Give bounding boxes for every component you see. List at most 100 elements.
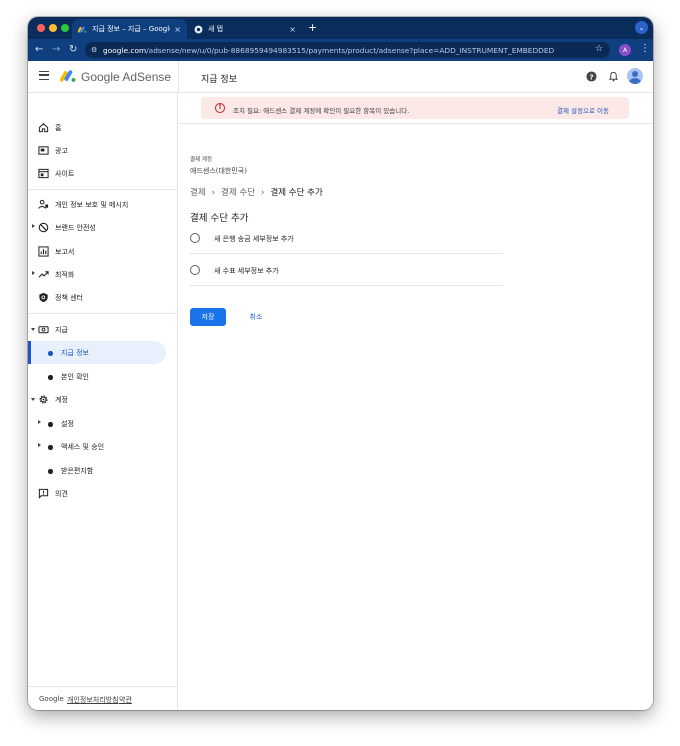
privacy-icon — [38, 199, 49, 209]
sidebar-item-label: 지급 정보 — [61, 349, 89, 357]
sidebar-item-payments[interactable]: 지급 — [28, 318, 166, 341]
breadcrumb-payments[interactable]: 결제 — [190, 188, 206, 198]
tab-close-icon[interactable]: × — [289, 25, 296, 34]
reports-icon — [38, 246, 49, 257]
help-icon[interactable]: ? — [586, 71, 597, 82]
bullet-dot-icon — [48, 469, 53, 474]
collapse-caret-icon[interactable] — [31, 398, 35, 401]
sidebar-item-identity-verification[interactable]: 본인 확인 — [28, 365, 166, 388]
feedback-icon — [38, 488, 49, 499]
forward-arrow-icon[interactable]: → — [52, 44, 60, 55]
tab-adsense[interactable]: 지급 정보 – 지급 – Google AdSense × — [72, 19, 187, 39]
sidebar-item-label: 브랜드 안전성 — [55, 224, 96, 232]
profile-button[interactable]: A — [619, 44, 631, 56]
new-tab-button[interactable]: + — [308, 21, 317, 34]
notifications-bell-icon[interactable] — [608, 71, 619, 82]
breadcrumb-chevron-icon: › — [261, 188, 265, 198]
sidebar-item-label: 지급 — [55, 326, 68, 334]
privacy-policy-link[interactable]: 개인정보처리방침 — [67, 695, 119, 705]
sidebar-divider — [28, 313, 178, 314]
sidebar-item-policy-center[interactable]: 정책 센터 — [28, 286, 166, 309]
payment-account-label: 결제 계정 — [190, 157, 212, 163]
expand-caret-icon[interactable] — [38, 443, 41, 447]
bullet-dot-icon — [48, 375, 53, 380]
sidebar-item-label: 보고서 — [55, 248, 75, 256]
footer-google: Google — [39, 695, 64, 703]
tab-strip: 지급 정보 – 지급 – Google AdSense × 새 탭 × + ⌄ — [28, 17, 653, 39]
sidebar-item-label: 최적화 — [55, 271, 75, 279]
browser-menu-icon[interactable]: ⋮ — [640, 43, 650, 54]
tab-title: 지급 정보 – 지급 – Google AdSense — [92, 25, 170, 33]
cancel-button[interactable]: 취소 — [241, 308, 271, 326]
minimize-window-button[interactable] — [49, 24, 57, 32]
sidebar-item-inbox[interactable]: 받은편지함 — [28, 459, 166, 482]
sidebar-item-account[interactable]: 계정 — [28, 388, 166, 411]
action-required-alert: ! 조치 필요: 애드센스 결제 계정에 확인이 필요한 항목이 있습니다. 결… — [201, 97, 629, 119]
expand-caret-icon[interactable] — [32, 271, 35, 275]
sidebar-item-settings[interactable]: 설정 — [28, 412, 166, 435]
sidebar-item-reports[interactable]: 보고서 — [28, 240, 166, 263]
chrome-favicon-icon — [194, 25, 203, 33]
page-title: 지급 정보 — [201, 75, 237, 85]
back-arrow-icon[interactable]: ← — [35, 44, 43, 55]
app-header: Google AdSense 지급 정보 ? — [28, 61, 653, 93]
ads-icon — [38, 146, 49, 155]
sidebar-item-sites[interactable]: 사이트 — [28, 162, 166, 185]
sidebar-item-optimization[interactable]: 최적화 — [28, 263, 166, 286]
collapse-caret-icon[interactable] — [31, 328, 35, 331]
bullet-dot-icon — [48, 445, 53, 450]
go-to-payment-settings-link[interactable]: 결제 설정으로 이동 — [557, 105, 609, 115]
sidebar-item-privacy[interactable]: 개인 정보 보호 및 메시지 — [28, 193, 166, 216]
sidebar-item-label: 받은편지함 — [61, 467, 94, 475]
expand-caret-icon[interactable] — [32, 224, 35, 228]
terms-link[interactable]: 약관 — [119, 695, 132, 705]
sidebar-item-label: 계정 — [55, 396, 68, 404]
sidebar-item-label: 액세스 및 승인 — [61, 443, 105, 451]
sidebar-item-label: 홈 — [55, 124, 62, 132]
sidebar-item-brand-safety[interactable]: 브랜드 안전성 — [28, 216, 166, 239]
breadcrumb: 결제 › 결제 수단 › 결제 수단 추가 — [190, 186, 323, 198]
radio-button[interactable] — [190, 233, 200, 243]
sidebar-item-ads[interactable]: 광고 — [28, 139, 166, 162]
sidebar-item-label: 사이트 — [55, 170, 75, 178]
breadcrumb-current: 결제 수단 추가 — [270, 188, 323, 198]
brand-name: Google AdSense — [81, 70, 172, 84]
main-content: ! 조치 필요: 애드센스 결제 계정에 확인이 필요한 항목이 있습니다. 결… — [179, 94, 653, 710]
save-button[interactable]: 저장 — [190, 308, 226, 326]
breadcrumb-chevron-icon: › — [211, 188, 216, 198]
address-bar[interactable]: google.com/adsense/new/u/0/pub-886895949… — [85, 42, 610, 58]
breadcrumb-payment-methods[interactable]: 결제 수단 — [221, 188, 255, 198]
error-icon: ! — [215, 103, 225, 113]
tab-new-tab[interactable]: 새 탭 × — [188, 19, 302, 39]
radio-button[interactable] — [190, 265, 200, 275]
trending-icon — [38, 271, 49, 278]
site-settings-icon[interactable]: ⚙ — [91, 46, 97, 54]
sidebar-item-feedback[interactable]: 의견 — [28, 482, 166, 505]
bookmark-star-icon[interactable]: ☆ — [595, 44, 603, 54]
sidebar-item-home[interactable]: 홈 — [28, 116, 166, 139]
menu-icon[interactable] — [39, 71, 49, 80]
sidebar-item-label: 개인 정보 보호 및 메시지 — [55, 201, 129, 209]
sidebar-item-label: 설정 — [61, 420, 74, 428]
sidebar-divider — [28, 189, 178, 190]
sidebar-item-label: 광고 — [55, 147, 68, 155]
option-check[interactable]: 새 수표 세부정보 추가 — [190, 254, 503, 286]
maximize-window-button[interactable] — [61, 24, 69, 32]
bullet-dot-icon — [48, 351, 53, 356]
sidebar-item-payment-info[interactable]: 지급 정보 — [28, 341, 166, 364]
close-window-button[interactable] — [37, 24, 45, 32]
tab-search-button[interactable]: ⌄ — [635, 21, 648, 34]
sites-icon — [38, 168, 49, 179]
adsense-logo-icon — [60, 70, 76, 82]
sidebar-item-label: 정책 센터 — [55, 294, 83, 302]
option-bank-transfer[interactable]: 새 은행 송금 세부정보 추가 — [190, 222, 503, 254]
sidebar-item-access-authorization[interactable]: 액세스 및 승인 — [28, 435, 166, 458]
reload-icon[interactable]: ↻ — [69, 44, 77, 55]
adsense-favicon-icon — [78, 25, 87, 33]
tab-close-icon[interactable]: × — [174, 25, 181, 34]
account-avatar[interactable] — [627, 68, 643, 84]
alert-text: 조치 필요: 애드센스 결제 계정에 확인이 필요한 항목이 있습니다. — [233, 107, 410, 115]
alert-band: ! 조치 필요: 애드센스 결제 계정에 확인이 필요한 항목이 있습니다. 결… — [179, 94, 653, 124]
expand-caret-icon[interactable] — [38, 420, 41, 424]
sidebar-footer: Google 개인정보처리방침 약관 — [28, 686, 178, 710]
